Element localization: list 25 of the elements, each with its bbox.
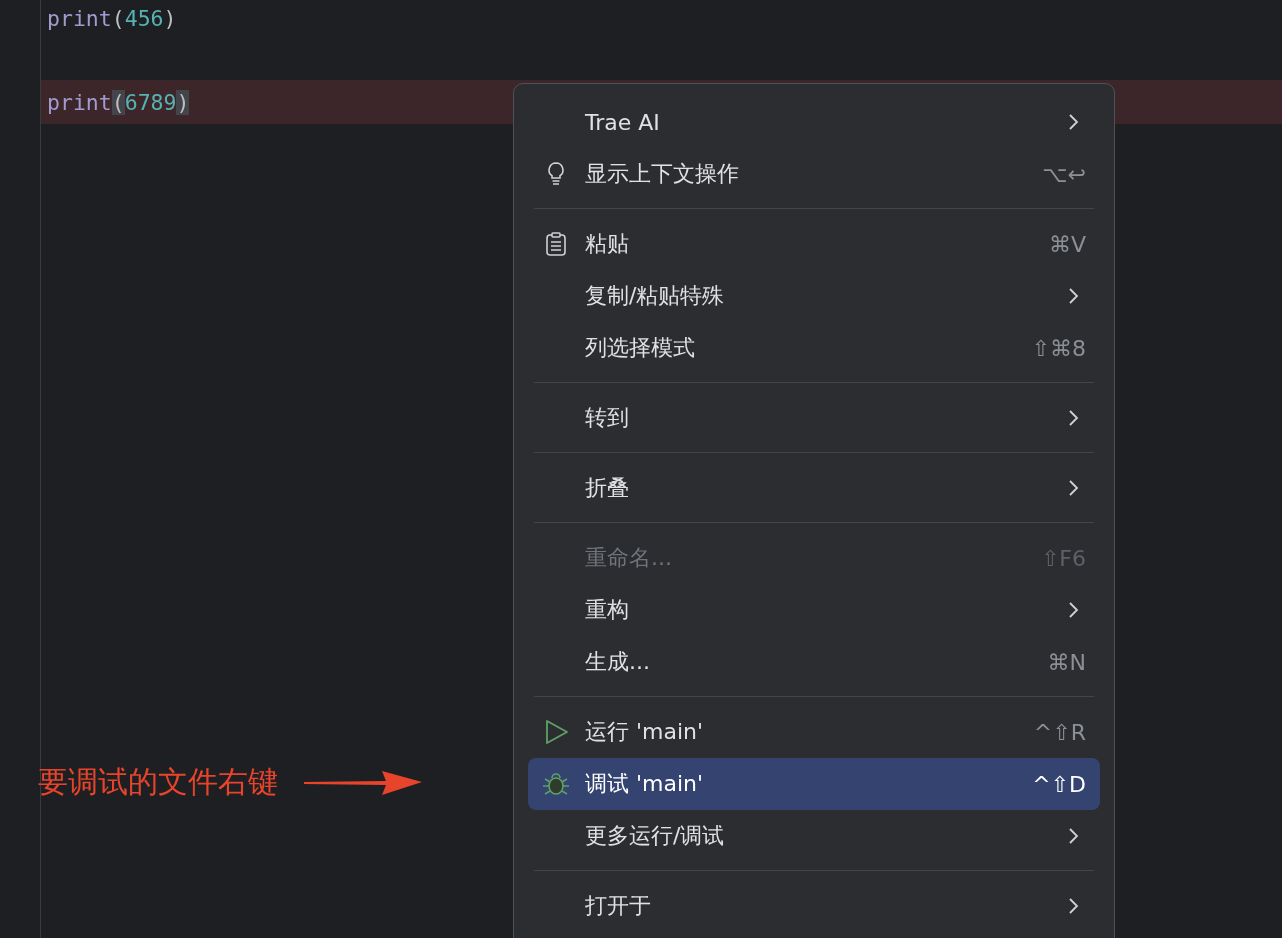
chevron-right-icon bbox=[1066, 286, 1080, 306]
annotation-text: 要调试的文件右键 bbox=[38, 763, 278, 801]
chevron-right-icon bbox=[1066, 112, 1080, 132]
menu-item[interactable]: 转到 bbox=[528, 392, 1100, 444]
menu-item[interactable]: 生成... ⌘N bbox=[528, 636, 1100, 688]
arrow-icon bbox=[304, 769, 422, 796]
menu-item[interactable]: Trae AI bbox=[528, 96, 1100, 148]
menu-item[interactable]: 显示上下文操作 ⌥↩ bbox=[528, 148, 1100, 200]
menu-item[interactable]: 复制/粘贴特殊 bbox=[528, 270, 1100, 322]
menu-item[interactable]: 折叠 bbox=[528, 462, 1100, 514]
chevron-right-icon bbox=[1066, 826, 1080, 846]
menu-item[interactable]: 更多运行/调试 bbox=[528, 810, 1100, 862]
menu-item[interactable]: 调试 'main' ^⇧D bbox=[528, 758, 1100, 810]
menu-item[interactable]: 重构 bbox=[528, 584, 1100, 636]
code-line: print(456) bbox=[46, 5, 177, 31]
menu-item[interactable]: 运行 'main' ^⇧R bbox=[528, 706, 1100, 758]
menu-item[interactable]: 列选择模式 ⇧⌘8 bbox=[528, 322, 1100, 374]
chevron-right-icon bbox=[1066, 600, 1080, 620]
chevron-right-icon bbox=[1066, 408, 1080, 428]
chevron-right-icon bbox=[1066, 896, 1080, 916]
menu-item[interactable]: 打开于 bbox=[528, 880, 1100, 932]
chevron-right-icon bbox=[1066, 478, 1080, 498]
menu-item[interactable]: 粘贴 ⌘V bbox=[528, 218, 1100, 270]
code-line: print(6789) bbox=[46, 89, 190, 115]
bug-icon bbox=[542, 770, 570, 798]
